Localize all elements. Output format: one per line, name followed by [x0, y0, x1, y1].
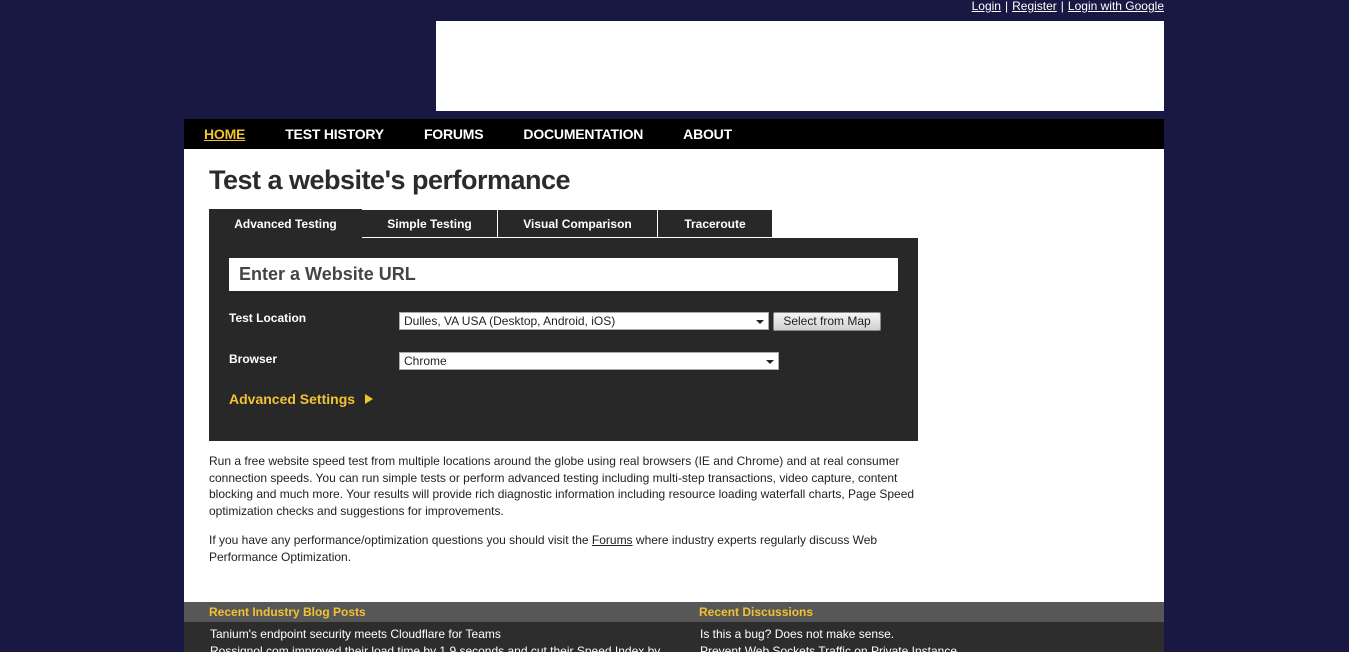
- link-separator: |: [1060, 0, 1064, 13]
- test-form-panel: Test Location Dulles, VA USA (Desktop, A…: [209, 238, 918, 441]
- footer-header-bar: Recent Industry Blog Posts Recent Discus…: [184, 602, 1164, 622]
- main-nav: HOME TEST HISTORY FORUMS DOCUMENTATION A…: [184, 119, 1164, 149]
- discussion-item[interactable]: Prevent Web Sockets Traffic on Private I…: [700, 644, 957, 652]
- page-title: Test a website's performance: [209, 165, 571, 195]
- test-location-value: Dulles, VA USA (Desktop, Android, iOS): [404, 314, 616, 328]
- forum-note: If you have any performance/optimization…: [209, 532, 921, 565]
- nav-documentation[interactable]: DOCUMENTATION: [523, 126, 643, 142]
- forums-link[interactable]: Forums: [592, 533, 633, 547]
- tab-label: Simple Testing: [387, 216, 472, 231]
- tab-label: Advanced Testing: [234, 216, 337, 231]
- footer: Recent Industry Blog Posts Recent Discus…: [184, 602, 1164, 652]
- test-type-tabs: Advanced Testing Simple Testing Visual C…: [209, 209, 772, 238]
- url-input[interactable]: [229, 258, 898, 291]
- nav-test-history[interactable]: TEST HISTORY: [285, 126, 384, 142]
- description-text: Run a free website speed test from multi…: [209, 454, 915, 519]
- browser-select[interactable]: Chrome: [399, 352, 779, 370]
- advanced-settings-toggle[interactable]: Advanced Settings: [229, 391, 374, 407]
- blog-post-item[interactable]: Tanium's endpoint security meets Cloudfl…: [210, 627, 501, 641]
- test-location-select[interactable]: Dulles, VA USA (Desktop, Android, iOS): [399, 312, 769, 330]
- blog-posts-title: Recent Industry Blog Posts: [209, 605, 366, 619]
- nav-forums[interactable]: FORUMS: [424, 126, 484, 142]
- forum-note-before: If you have any performance/optimization…: [209, 533, 592, 547]
- register-link[interactable]: Register: [1012, 0, 1057, 13]
- nav-about[interactable]: ABOUT: [683, 126, 732, 142]
- discussion-item[interactable]: Is this a bug? Does not make sense.: [700, 627, 894, 641]
- login-with-google-link[interactable]: Login with Google: [1068, 0, 1164, 13]
- chevron-down-icon: [766, 360, 774, 364]
- link-separator: |: [1004, 0, 1009, 13]
- chevron-down-icon: [756, 320, 764, 324]
- test-location-label: Test Location: [229, 311, 307, 325]
- browser-value: Chrome: [404, 354, 447, 368]
- triangle-right-icon: [365, 394, 374, 404]
- discussions-title: Recent Discussions: [699, 605, 814, 619]
- blog-post-item[interactable]: Rossignol.com improved their load time b…: [210, 644, 660, 652]
- nav-home[interactable]: HOME: [204, 126, 245, 142]
- main-content: Test a website's performance Advanced Te…: [184, 149, 1164, 602]
- ad-banner: [436, 21, 1164, 111]
- browser-label: Browser: [229, 352, 278, 366]
- login-link[interactable]: Login: [972, 0, 1001, 13]
- tab-label: Traceroute: [684, 216, 746, 231]
- advanced-settings-label: Advanced Settings: [229, 391, 356, 407]
- select-from-map-button[interactable]: Select from Map: [773, 312, 881, 331]
- account-links: Login | Register | Login with Google: [972, 0, 1164, 13]
- tab-traceroute[interactable]: Traceroute: [658, 209, 772, 238]
- tab-visual-comparison[interactable]: Visual Comparison: [498, 209, 658, 238]
- tab-label: Visual Comparison: [523, 216, 632, 231]
- tab-simple-testing[interactable]: Simple Testing: [362, 209, 498, 238]
- tab-advanced-testing[interactable]: Advanced Testing: [209, 209, 362, 238]
